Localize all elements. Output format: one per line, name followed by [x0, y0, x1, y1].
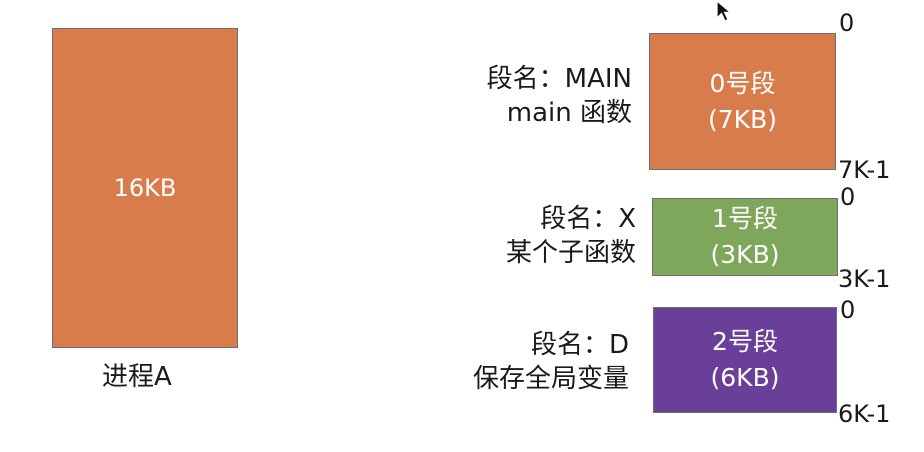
segment-2-purpose: 保存全局变量	[472, 364, 629, 394]
segment-1-purpose: 某个子函数	[505, 238, 636, 268]
process-size: 16KB	[113, 174, 177, 202]
segment-2-title: 2号段	[712, 327, 778, 356]
segment-2-start-address: 0	[840, 296, 856, 324]
segment-0-title: 0号段	[709, 68, 776, 98]
process-a-block: 16KB	[52, 28, 238, 348]
segment-2-name: 段名：D	[530, 330, 629, 360]
segment-0-name: 段名：MAIN	[486, 64, 632, 94]
process-label: 进程A	[102, 362, 172, 392]
segment-2-description: 段名：D 保存全局变量	[473, 328, 629, 396]
segment-0-size: (7KB)	[708, 104, 777, 134]
segment-0-description: 段名：MAIN main 函数	[487, 62, 632, 130]
mouse-pointer-icon	[716, 0, 733, 22]
segment-1-title: 1号段	[712, 204, 778, 233]
segment-1-name: 段名：X	[540, 204, 636, 234]
segment-2-size: (6KB)	[710, 363, 780, 392]
segment-0-block: 0号段 (7KB)	[649, 33, 836, 170]
segment-2-block: 2号段 (6KB)	[653, 307, 837, 413]
segment-1-start-address: 0	[840, 183, 856, 211]
segment-0-purpose: main 函数	[506, 98, 632, 128]
segment-1-size: (3KB)	[710, 240, 780, 269]
segment-1-description: 段名：X 某个子函数	[506, 202, 636, 270]
segment-2-end-address: 6K-1	[838, 400, 891, 428]
segment-0-start-address: 0	[839, 9, 855, 37]
segment-1-block: 1号段 (3KB)	[652, 198, 838, 276]
segment-1-end-address: 3K-1	[838, 265, 891, 293]
segment-0-end-address: 7K-1	[838, 156, 891, 184]
